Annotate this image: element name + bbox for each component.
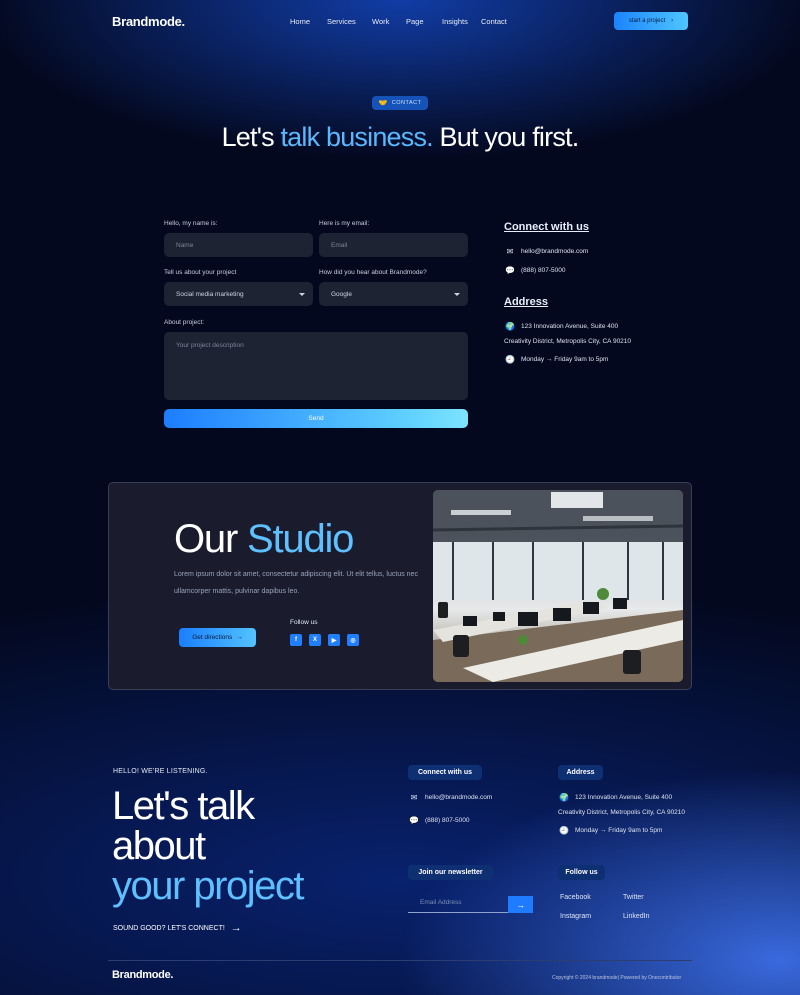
page-title: Let's talk business. But you first. <box>200 120 600 154</box>
project-type-label: Tell us about your project <box>164 269 237 276</box>
nav-item-work[interactable]: Work <box>372 17 389 26</box>
speech-bubble-icon: 💬 <box>505 265 515 275</box>
contact-phone[interactable]: 💬 (888) 807-5000 <box>505 265 565 275</box>
footer-address-line2: Creativity District, Metropolis City, CA… <box>558 809 685 816</box>
footer-hours: 🕘 Monday → Friday 9am to 5pm <box>559 825 662 835</box>
footer-address-tag: Address <box>558 765 603 780</box>
newsletter-email-input[interactable]: Email Address <box>408 893 508 913</box>
nav-item-home[interactable]: Home <box>290 17 310 26</box>
footer-headline-line3: your project <box>112 864 304 908</box>
footer-address-line2-text: Creativity District, Metropolis City, CA… <box>558 809 686 816</box>
nav-item-page[interactable]: Page <box>406 17 424 26</box>
footer-headline: Let's talk about your project <box>112 784 304 908</box>
hero-title-part2: But you first. <box>432 122 580 152</box>
nav-item-contact[interactable]: Contact <box>481 17 507 26</box>
address-line2: Creativity District, Metropolis City, CA… <box>504 338 631 345</box>
hero-title-accent: talk business. <box>280 122 433 152</box>
newsletter-submit-button[interactable]: → <box>508 896 533 913</box>
nav-item-insights[interactable]: Insights <box>442 17 468 26</box>
footer-address-line1: 🌍 123 Innovation Avenue, Suite 400 <box>559 792 672 802</box>
project-description-textarea[interactable]: Your project description <box>164 332 468 400</box>
start-project-label: start a project <box>628 18 666 24</box>
handshake-icon: 🤝 <box>378 100 388 107</box>
youtube-icon[interactable]: ▶ <box>328 634 340 646</box>
name-field[interactable]: Name <box>164 233 313 257</box>
footer-hours-text: Monday → Friday 9am to 5pm <box>575 826 663 834</box>
studio-office-photo <box>433 490 683 682</box>
facebook-icon[interactable]: f <box>290 634 302 646</box>
footer-phone[interactable]: 💬 (888) 807-5000 <box>409 815 469 825</box>
footer-eyebrow: HELLO! WE'RE LISTENING. <box>113 768 208 775</box>
address-heading: Address <box>504 296 549 308</box>
contact-badge-label: CONTACT <box>391 100 422 106</box>
studio-description: Lorem ipsum dolor sit amet, consectetur … <box>174 571 418 595</box>
studio-title-part1: Our <box>174 517 247 561</box>
chevron-down-icon <box>454 292 460 296</box>
about-project-label: About project: <box>164 319 205 326</box>
footer-email[interactable]: ✉ hello@brandmode.com <box>409 792 493 802</box>
referral-select[interactable]: Google <box>319 282 468 306</box>
footer-address-line1-text: 123 Innovation Avenue, Suite 400 <box>575 793 673 801</box>
footer-headline-line1: Let's talk <box>112 784 255 828</box>
arrow-right-icon: → <box>516 899 525 910</box>
speech-bubble-icon: 💬 <box>409 815 419 825</box>
brand-logo[interactable]: Brandmode. <box>112 14 185 29</box>
studio-title-accent: Studio <box>247 517 354 561</box>
address-line2-text: Creativity District, Metropolis City, CA… <box>504 338 632 345</box>
mail-icon: ✉ <box>506 246 514 256</box>
footer-link-facebook[interactable]: Facebook <box>560 894 591 901</box>
instagram-icon[interactable]: ◎ <box>347 634 359 646</box>
footer-logo[interactable]: Brandmode. <box>112 969 173 981</box>
studio-follow-label: Follow us <box>290 619 318 626</box>
footer-link-instagram[interactable]: Instagram <box>560 913 591 920</box>
project-type-value: Social media marketing <box>176 290 244 298</box>
email-field[interactable]: Email <box>319 233 468 257</box>
contact-phone-text: (888) 807-5000 <box>521 266 566 274</box>
chevron-down-icon <box>299 292 305 296</box>
studio-title: Our Studio <box>174 517 354 562</box>
footer-headline-line2: about <box>112 824 206 868</box>
address-line1: 🌍 123 Innovation Avenue, Suite 400 <box>505 321 618 331</box>
copyright: Copyright © 2024 brandmode| Powered by O… <box>552 975 682 981</box>
project-type-select[interactable]: Social media marketing <box>164 282 313 306</box>
arrow-right-icon: → <box>236 634 243 641</box>
footer-link-linkedin[interactable]: LinkedIn <box>623 913 649 920</box>
referral-label: How did you hear about Brandmode? <box>319 269 427 276</box>
start-project-button[interactable]: start a project › <box>614 12 688 30</box>
newsletter-tag: Join our newsletter <box>408 865 493 880</box>
contact-email[interactable]: ✉ hello@brandmode.com <box>505 246 589 256</box>
footer-phone-text: (888) 807-5000 <box>425 816 470 824</box>
referral-value: Google <box>331 290 352 298</box>
footer-divider <box>108 960 692 961</box>
address-line1-text: 123 Innovation Avenue, Suite 400 <box>521 322 619 330</box>
send-button[interactable]: Send <box>164 409 468 428</box>
contact-email-text: hello@brandmode.com <box>521 247 589 255</box>
connect-heading: Connect with us <box>504 221 589 233</box>
email-label: Here is my email: <box>319 220 370 227</box>
globe-icon: 🌍 <box>505 321 515 331</box>
hero-title-part1: Let's <box>221 122 281 152</box>
mail-icon: ✉ <box>410 792 418 802</box>
nav-item-services[interactable]: Services <box>327 17 356 26</box>
x-icon[interactable]: X <box>309 634 321 646</box>
clock-icon: 🕘 <box>559 825 569 835</box>
connect-link-label: SOUND GOOD? LET'S CONNECT! <box>113 924 225 932</box>
footer-email-text: hello@brandmode.com <box>425 793 493 801</box>
chevron-right-icon: › <box>671 18 674 24</box>
footer-link-twitter[interactable]: Twitter <box>623 894 644 901</box>
name-label: Hello, my name is: <box>164 220 218 227</box>
connect-link[interactable]: SOUND GOOD? LET'S CONNECT! → <box>113 922 242 934</box>
office-illustration <box>433 490 683 682</box>
business-hours-text: Monday → Friday 9am to 5pm <box>521 355 609 363</box>
footer-connect-tag: Connect with us <box>408 765 482 780</box>
contact-badge: 🤝 CONTACT <box>372 96 428 110</box>
get-directions-button[interactable]: Get directions → <box>179 628 256 647</box>
follow-us-tag: Follow us <box>558 865 605 880</box>
arrow-right-icon: → <box>230 922 242 934</box>
studio-social-row: f X ▶ ◎ <box>290 634 359 646</box>
clock-icon: 🕘 <box>505 354 515 364</box>
get-directions-label: Get directions <box>192 634 233 641</box>
business-hours: 🕘 Monday → Friday 9am to 5pm <box>505 354 608 364</box>
globe-icon: 🌍 <box>559 792 569 802</box>
